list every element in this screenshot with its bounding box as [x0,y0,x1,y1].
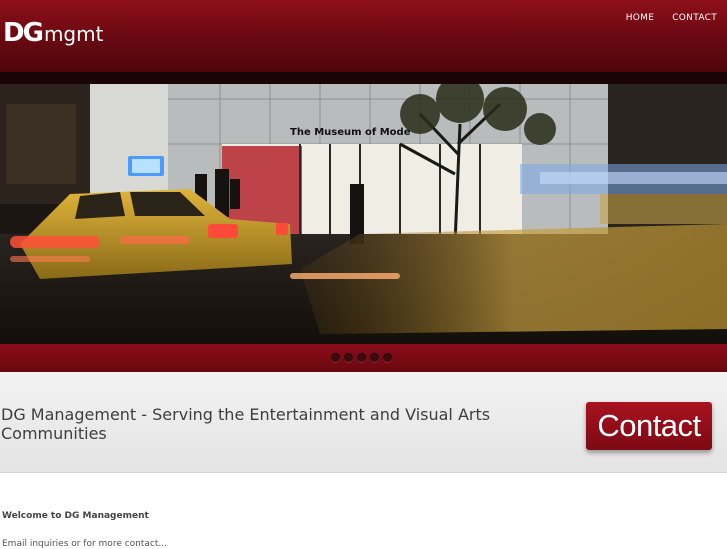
museum-sign-text: The Museum of Mode [290,127,411,138]
slider-dot-2[interactable] [344,353,353,362]
hero-slider: The Museum of Mode [0,84,727,344]
welcome-heading: Welcome to DG Management [2,511,149,521]
hero-slide-image: The Museum of Mode [0,84,727,344]
nav-home-link[interactable]: HOME [626,13,655,23]
slider-nav-band [0,344,727,372]
header-divider-strip [0,72,727,84]
main-nav: HOME CONTACT [626,13,717,23]
nav-contact-link[interactable]: CONTACT [672,13,717,23]
slider-dots [331,353,392,362]
contact-button[interactable]: Contact [586,402,712,450]
welcome-body-text: Email inquiries or for more contact... [2,539,167,549]
site-header: DG mgmt HOME CONTACT [0,0,727,72]
slider-dot-3[interactable] [357,353,366,362]
site-logo[interactable]: DG mgmt [3,18,103,50]
contact-button-label: Contact [597,408,701,443]
logo-light-text: mgmt [43,22,104,46]
slider-dot-1[interactable] [331,353,340,362]
slider-dot-4[interactable] [370,353,379,362]
logo-bold-text: DG [3,18,44,48]
slider-dot-5[interactable] [383,353,392,362]
tagline-text: DG Management - Serving the Entertainmen… [1,405,491,443]
